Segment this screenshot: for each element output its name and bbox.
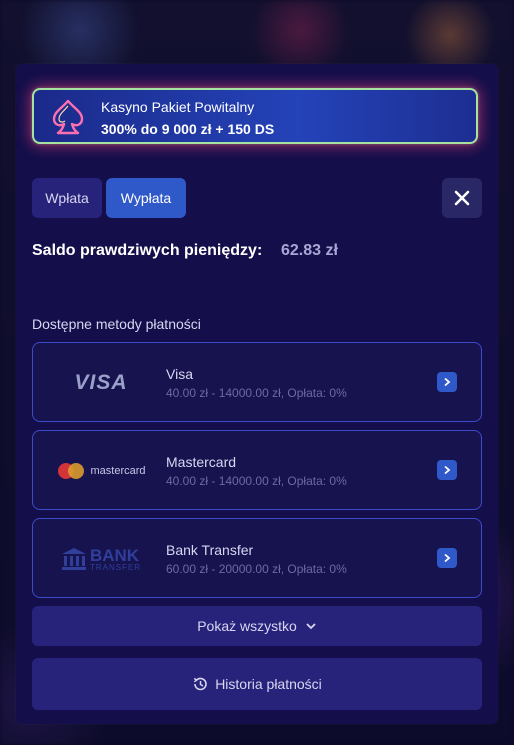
bank-logo-text: BANK	[89, 545, 140, 565]
payment-history-button[interactable]: Historia płatności	[32, 658, 482, 710]
chevron-right-icon[interactable]	[437, 372, 457, 392]
promo-subtitle: 300% do 9 000 zł + 150 DS	[101, 121, 275, 137]
visa-logo-text: VISA	[74, 371, 128, 394]
chevron-right-icon[interactable]	[437, 548, 457, 568]
promo-title: Kasyno Pakiet Powitalny	[101, 99, 255, 115]
close-button[interactable]	[442, 178, 482, 218]
history-icon	[193, 677, 207, 691]
method-name: Bank Transfer	[166, 542, 254, 558]
method-detail: 40.00 zł - 14000.00 zł, Opłata: 0%	[166, 386, 347, 400]
payment-methods-heading: Dostępne metody płatności	[32, 316, 201, 332]
mastercard-logo-text: mastercard	[90, 465, 146, 477]
payment-method-visa[interactable]: VISA Visa 40.00 zł - 14000.00 zł, Opłata…	[32, 342, 482, 422]
bank-transfer-logo: BANK TRANSFER	[51, 539, 151, 579]
chevron-down-icon	[306, 623, 316, 630]
payment-method-mastercard[interactable]: mastercard Mastercard 40.00 zł - 14000.0…	[32, 430, 482, 510]
payment-modal: Kasyno Pakiet Powitalny 300% do 9 000 zł…	[16, 64, 498, 724]
tab-deposit[interactable]: Wpłata	[32, 178, 102, 218]
balance-value: 62.83 zł	[281, 242, 338, 259]
show-all-label: Pokaż wszystko	[197, 618, 297, 634]
payment-method-bank-transfer[interactable]: BANK TRANSFER Bank Transfer 60.00 zł - 2…	[32, 518, 482, 598]
visa-logo: VISA	[51, 363, 151, 403]
method-detail: 40.00 zł - 14000.00 zł, Opłata: 0%	[166, 474, 347, 488]
mastercard-logo: mastercard	[51, 451, 151, 491]
welcome-bonus-banner[interactable]: Kasyno Pakiet Powitalny 300% do 9 000 zł…	[32, 88, 478, 144]
method-name: Visa	[166, 366, 193, 382]
method-name: Mastercard	[166, 454, 237, 470]
mastercard-circles-icon	[58, 463, 85, 479]
bank-building-icon	[61, 548, 86, 570]
chevron-right-icon[interactable]	[437, 460, 457, 480]
balance-label: Saldo prawdziwych pieniędzy:	[32, 242, 263, 259]
close-icon	[454, 190, 470, 206]
transfer-logo-text: TRANSFER	[89, 562, 142, 572]
spade-icon	[52, 99, 84, 135]
show-all-button[interactable]: Pokaż wszystko	[32, 606, 482, 646]
history-label: Historia płatności	[215, 676, 322, 692]
tab-withdraw[interactable]: Wypłata	[106, 178, 186, 218]
method-detail: 60.00 zł - 20000.00 zł, Opłata: 0%	[166, 562, 347, 576]
